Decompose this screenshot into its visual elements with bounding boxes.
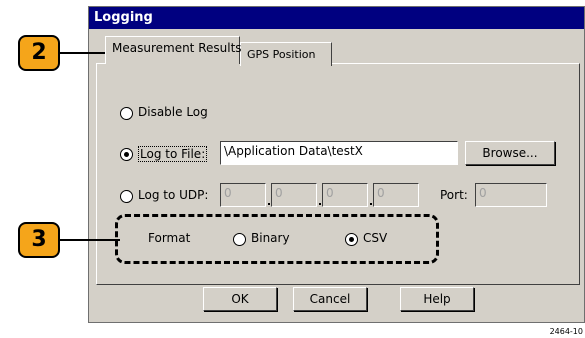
csv-radio[interactable] — [345, 233, 358, 246]
callout-2: 2 — [18, 35, 60, 71]
ip-separator — [370, 203, 372, 205]
log-to-file-label: Log to File: — [138, 146, 208, 162]
tab-gps-position[interactable]: GPS Position — [240, 42, 332, 66]
tab-measurement-results[interactable]: Measurement Results — [105, 36, 242, 64]
disable-log-radio[interactable] — [120, 107, 133, 120]
help-button[interactable]: Help — [400, 287, 474, 311]
log-file-path-input[interactable]: \Application Data\testX — [220, 141, 458, 165]
cancel-button[interactable]: Cancel — [293, 287, 367, 311]
tab-label: GPS Position — [247, 48, 316, 61]
tab-label: Measurement Results — [112, 41, 242, 55]
log-to-file-radio[interactable] — [120, 148, 133, 161]
browse-button[interactable]: Browse... — [465, 141, 555, 165]
figure-id: 2464-10 — [549, 327, 583, 336]
title-bar: Logging — [89, 7, 584, 29]
udp-ip-octet-3[interactable]: 0 — [322, 183, 368, 207]
csv-label: CSV — [363, 231, 388, 245]
callout-3: 3 — [18, 222, 60, 258]
port-label: Port: — [440, 188, 468, 202]
ip-separator — [319, 203, 321, 205]
udp-ip-octet-2[interactable]: 0 — [271, 183, 317, 207]
binary-label: Binary — [251, 231, 290, 245]
window-title: Logging — [94, 10, 153, 25]
udp-ip-octet-4[interactable]: 0 — [373, 183, 419, 207]
log-to-udp-label: Log to UDP: — [138, 188, 209, 202]
udp-port-input[interactable]: 0 — [475, 183, 547, 207]
ip-separator — [268, 203, 270, 205]
ok-button[interactable]: OK — [203, 287, 277, 311]
udp-ip-octet-1[interactable]: 0 — [220, 183, 266, 207]
binary-radio[interactable] — [233, 233, 246, 246]
format-label: Format — [148, 231, 191, 245]
log-to-udp-radio[interactable] — [120, 190, 133, 203]
callout-3-leader — [60, 239, 120, 241]
disable-log-label: Disable Log — [138, 105, 208, 119]
